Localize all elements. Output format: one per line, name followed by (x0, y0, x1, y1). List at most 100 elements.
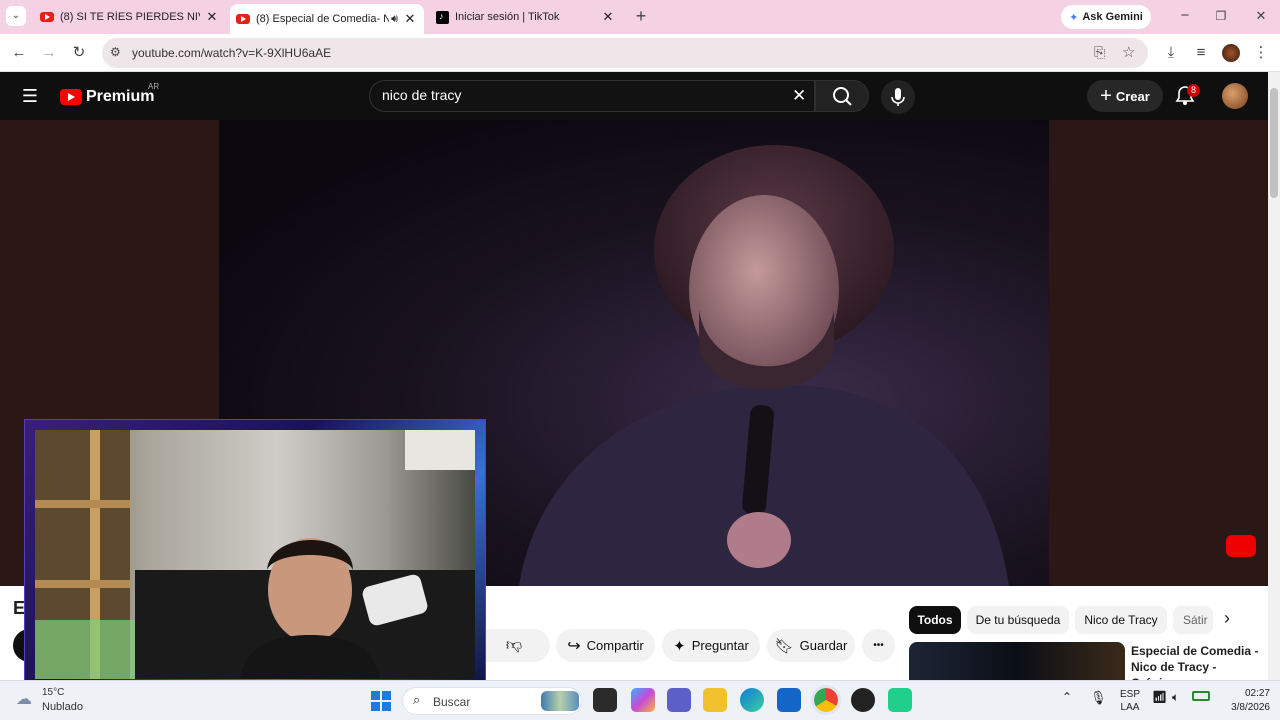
save-button[interactable]: 🔖︎ Guardar (767, 629, 855, 662)
file-explorer-icon[interactable] (703, 688, 727, 712)
create-label: Crear (1115, 88, 1150, 104)
downloads-icon[interactable]: ⤓ (1160, 43, 1182, 63)
youtube-header: ☰ Premium AR ✕ + Crear (0, 72, 1268, 120)
teams-icon[interactable] (667, 688, 691, 712)
chip-nico-de-tracy[interactable]: Nico de Tracy (1075, 606, 1167, 634)
tab-search-dropdown-icon[interactable]: ⌄ (6, 6, 26, 26)
scrollbar-thumb[interactable] (1270, 88, 1278, 198)
obs-icon[interactable] (851, 688, 875, 712)
tab-title: (8) SI TE RÍES PIERDES NIVEL DI (60, 11, 200, 23)
url-text: youtube.com/watch?v=K-9XlHU6aAE (132, 46, 332, 60)
more-actions-button[interactable]: ••• (862, 629, 895, 662)
cloud-weather-icon[interactable]: ☁ (16, 689, 32, 709)
dislike-button[interactable]: 👎︎ (478, 629, 550, 662)
create-button[interactable]: + Crear (1087, 80, 1163, 112)
chevron-right-icon[interactable]: › (1224, 608, 1230, 629)
task-view-icon[interactable] (593, 688, 617, 712)
taskbar-search-label: Buscar (433, 695, 471, 709)
save-label: Guardar (799, 638, 848, 653)
maximize-button[interactable]: ❐ (1210, 6, 1232, 26)
address-bar[interactable]: ⚙︎ youtube.com/watch?v=K-9XlHU6aAE ⎘ ☆ (102, 38, 1148, 68)
bookmark-star-icon[interactable]: ☆ (1122, 43, 1135, 61)
windows-start-icon[interactable] (371, 691, 391, 711)
share-button[interactable]: ↪ Compartir (556, 629, 655, 662)
install-app-icon[interactable]: ⎘ (1094, 44, 1105, 61)
close-window-button[interactable]: ✕ (1250, 6, 1272, 26)
date: 3/8/2026 (1231, 702, 1270, 713)
thumbs-down-icon: 👎︎ (505, 637, 523, 654)
webcam-streamer-scene (35, 430, 475, 679)
webcam-video (35, 430, 475, 679)
site-settings-icon[interactable]: ⚙︎ (110, 45, 121, 59)
taskbar-search[interactable]: ⌕ Buscar (402, 687, 582, 715)
sparkle-icon: ✦ (673, 637, 686, 655)
search-box: ✕ (369, 80, 815, 112)
notification-badge: 8 (1187, 84, 1200, 97)
language-line1: ESP (1120, 689, 1141, 700)
wifi-icon[interactable]: 📶︎ (1152, 690, 1167, 704)
youtube-favicon-icon (236, 14, 250, 24)
ask-button[interactable]: ✦ Preguntar (662, 629, 760, 662)
microphone-tray-icon[interactable]: 🎙︎ (1090, 690, 1107, 706)
ask-label: Preguntar (691, 638, 749, 653)
search-highlight-image (541, 691, 579, 711)
chip-satira[interactable]: Sátir (1173, 606, 1213, 634)
recommended-thumbnail[interactable] (909, 642, 1125, 680)
chevron-up-icon[interactable]: ⌃ (1062, 690, 1072, 704)
app-icon[interactable] (888, 688, 912, 712)
new-tab-button[interactable]: + (630, 6, 652, 26)
voice-search-button[interactable] (881, 80, 915, 114)
ask-gemini-label: Ask Gemini (1082, 11, 1143, 23)
volume-icon[interactable]: 🔈︎ (1172, 690, 1179, 705)
language-line2: LAA (1120, 702, 1140, 713)
store-icon[interactable] (777, 688, 801, 712)
youtube-avatar[interactable] (1222, 83, 1248, 109)
forward-icon[interactable]: → (38, 43, 60, 63)
back-icon[interactable]: ← (8, 43, 30, 63)
time: 02:27 (1244, 688, 1270, 699)
tab-youtube-active[interactable]: (8) Especial de Comedia- N 🔊︎ ✕ (230, 4, 424, 34)
logo-text: Premium (86, 88, 155, 105)
tab-tiktok[interactable]: Iniciar sesión | TikTok ✕ (430, 4, 622, 30)
battery-icon[interactable] (1192, 691, 1210, 701)
language-indicator[interactable]: ESP LAA (1120, 688, 1140, 714)
share-icon: ↪ (567, 637, 581, 655)
youtube-watermark-icon (1226, 535, 1256, 557)
weather-desc[interactable]: Nublado (42, 701, 83, 713)
search-button[interactable] (815, 80, 869, 112)
tab-youtube-1[interactable]: (8) SI TE RÍES PIERDES NIVEL DI ✕ (34, 4, 226, 30)
reading-list-icon[interactable]: ≡ (1190, 43, 1212, 63)
share-label: Compartir (586, 638, 644, 653)
youtube-logo-icon (60, 89, 82, 105)
chip-de-tu-busqueda[interactable]: De tu búsqueda (967, 606, 1069, 634)
clear-search-icon[interactable]: ✕ (792, 86, 806, 106)
youtube-premium-logo[interactable]: Premium AR (60, 82, 159, 106)
tab-title: (8) Especial de Comedia- N (256, 13, 390, 25)
ask-gemini-button[interactable]: ✦ Ask Gemini (1061, 5, 1151, 29)
browser-menu-icon[interactable]: ⋮ (1250, 43, 1272, 63)
close-tab-icon[interactable]: ✕ (204, 9, 220, 25)
hamburger-menu-icon[interactable]: ☰ (19, 86, 41, 106)
chrome-icon[interactable] (811, 685, 841, 715)
bookmark-icon: 🔖︎ (774, 637, 794, 655)
minimize-button[interactable]: − (1174, 6, 1196, 26)
country-code: AR (148, 82, 160, 91)
clock[interactable]: 02:27 3/8/2026 (1222, 687, 1270, 715)
tiktok-favicon-icon (436, 10, 449, 24)
search-input[interactable] (382, 87, 782, 103)
weather-temp[interactable]: 15°C (42, 687, 64, 698)
youtube-favicon-icon (40, 12, 54, 22)
browser-toolbar: ← → ↻ ⚙︎ youtube.com/watch?v=K-9XlHU6aAE… (0, 34, 1280, 72)
edge-icon[interactable] (740, 688, 764, 712)
profile-avatar[interactable] (1222, 44, 1240, 62)
close-tab-icon[interactable]: ✕ (402, 11, 418, 27)
copilot-icon[interactable] (631, 688, 655, 712)
reload-icon[interactable]: ↻ (68, 43, 90, 63)
search-icon: ⌕ (413, 692, 421, 707)
close-tab-icon[interactable]: ✕ (600, 9, 616, 25)
tab-title: Iniciar sesión | TikTok (455, 11, 560, 23)
plus-icon: + (1100, 84, 1112, 107)
chip-todos[interactable]: Todos (909, 606, 961, 634)
search-icon (833, 87, 852, 106)
audio-playing-icon[interactable]: 🔊︎ (391, 13, 398, 26)
